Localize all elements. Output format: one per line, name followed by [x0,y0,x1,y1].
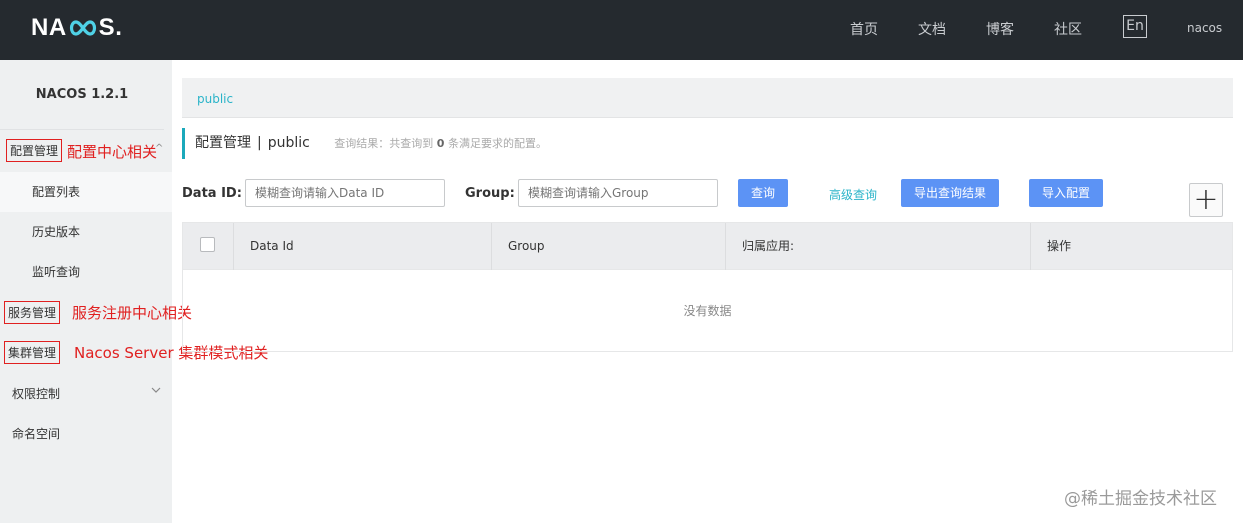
sidebar-item-cluster-management[interactable]: 集群管理 [4,341,61,364]
select-all-checkbox[interactable] [200,237,215,252]
logo-dot: . [115,14,123,41]
sidebar-item-listener-query[interactable]: 监听查询 [0,252,172,292]
export-results-button[interactable]: 导出查询结果 [901,179,999,207]
summary-count: 0 [436,137,445,150]
version-label: NACOS 1.2.1 [0,60,164,130]
page-title: 配置管理 | public 查询结果：共查询到 0 条满足要求的配置。 [182,128,547,159]
column-header-app[interactable]: 归属应用: [726,223,1031,270]
top-navbar: NA S. 首页 文档 博客 社区 En nacos [0,0,1243,60]
import-config-button[interactable]: 导入配置 [1029,179,1103,207]
sidebar-item-service-management[interactable]: 服务管理 [4,301,61,324]
nav-blog[interactable]: 博客 [986,19,1014,39]
title-separator: | [257,135,262,151]
infinity-logo-icon [69,20,96,36]
nacos-logo[interactable]: NA S. [31,14,122,42]
chevron-up-icon[interactable]: ^ [155,143,163,154]
data-id-label: Data ID: [182,186,242,201]
summary-prefix: 查询结果：共查询到 [334,137,434,150]
nav-community[interactable]: 社区 [1054,19,1082,39]
select-all-cell [183,223,234,270]
group-label: Group: [465,186,515,201]
page-title-namespace: public [267,135,310,151]
language-toggle-button[interactable]: En [1123,15,1147,38]
sidebar-item-namespace[interactable]: 命名空间 [12,425,60,442]
nav-home[interactable]: 首页 [850,19,878,39]
column-header-group[interactable]: Group [492,223,726,270]
group-search-input[interactable] [518,179,718,207]
logo-text-left: NA [31,14,67,41]
column-header-data-id[interactable]: Data Id [234,223,492,270]
plus-icon: + [1193,182,1219,217]
username[interactable]: nacos [1187,21,1222,35]
sidebar-item-config-list[interactable]: 配置列表 [0,172,172,212]
table-header: Data Id Group 归属应用: 操作 [183,223,1232,270]
annotation-service: 服务注册中心相关 [72,304,193,322]
chevron-down-icon[interactable] [151,386,161,394]
empty-table-message: 没有数据 [683,304,732,318]
page-title-label: 配置管理 [195,135,251,151]
annotation-config: 配置中心相关 [67,143,158,161]
query-button[interactable]: 查询 [738,179,788,207]
logo-text-right: S [98,14,116,41]
watermark: @稀土掘金技术社区 [1064,489,1217,509]
nav-docs[interactable]: 文档 [918,19,946,39]
query-summary: 查询结果：共查询到 0 条满足要求的配置。 [334,137,547,150]
config-table: Data Id Group 归属应用: 操作 没有数据 [182,222,1233,352]
summary-suffix: 条满足要求的配置。 [447,137,547,150]
column-header-actions: 操作 [1047,239,1072,253]
add-config-button[interactable]: + [1189,183,1223,217]
sidebar-item-permission[interactable]: 权限控制 [12,385,60,402]
sidebar-item-config-management[interactable]: 配置管理 [6,139,63,162]
namespace-breadcrumb[interactable]: public [182,78,1233,118]
sidebar-item-history[interactable]: 历史版本 [0,212,172,252]
data-id-search-input[interactable] [245,179,445,207]
advanced-query-link[interactable]: 高级查询 [829,186,877,203]
